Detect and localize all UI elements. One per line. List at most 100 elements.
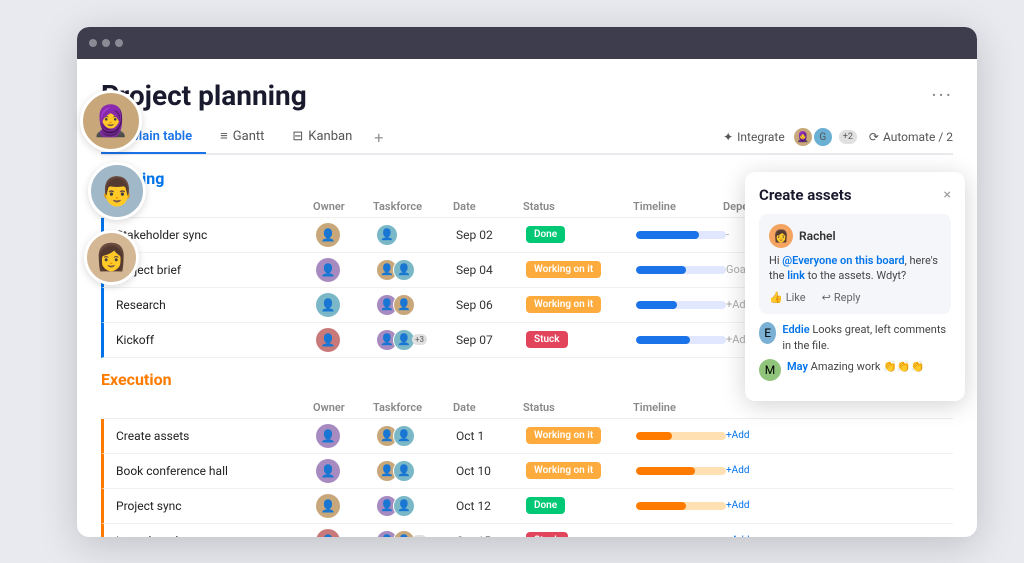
add-tab-button[interactable]: + bbox=[366, 122, 391, 153]
reply-label: Reply bbox=[834, 291, 861, 304]
dot-2 bbox=[102, 39, 110, 47]
reply-button[interactable]: ↩ Reply bbox=[822, 291, 861, 304]
avatar-2: 👨 bbox=[88, 162, 146, 220]
reply-text-eddie: Eddie Looks great, left comments in the … bbox=[782, 322, 951, 353]
timeline-fill bbox=[636, 301, 677, 309]
status-badge: Working on it bbox=[526, 296, 601, 313]
automate-icon: ⟳ bbox=[869, 130, 879, 144]
header-menu-button[interactable]: ··· bbox=[931, 83, 953, 107]
status-badge: Done bbox=[526, 497, 565, 514]
page-header: Project planning ··· bbox=[101, 79, 953, 112]
tab-kanban[interactable]: ⊟ Kanban bbox=[278, 123, 366, 154]
owner-avatar: 👤 bbox=[316, 494, 340, 518]
col-name bbox=[113, 401, 313, 414]
owner-cell: 👤 bbox=[316, 258, 376, 282]
dependent-cell: +Add bbox=[726, 500, 816, 511]
timeline-fill bbox=[636, 467, 695, 475]
taskforce-cell: 👤 👤 bbox=[376, 495, 456, 517]
dependent-cell: +Add bbox=[726, 430, 816, 441]
date-cell: Sep 04 bbox=[456, 263, 526, 277]
status-badge: Stuck bbox=[526, 331, 568, 348]
avatar-1: 🧕 bbox=[80, 90, 142, 152]
automate-button[interactable]: ⟳ Automate / 2 bbox=[869, 130, 953, 144]
mention-text: @Everyone on this board bbox=[782, 254, 904, 267]
taskforce-avatar: 👤 bbox=[393, 530, 415, 537]
like-button[interactable]: 👍 Like bbox=[769, 291, 806, 304]
status-cell: Stuck bbox=[526, 532, 636, 537]
table-row[interactable]: Create assets 👤 👤 👤 Oct 1 Working on it … bbox=[101, 419, 953, 454]
taskforce-avatar: 👤 bbox=[393, 259, 415, 281]
status-cell: Working on it bbox=[526, 296, 636, 313]
table-row[interactable]: Book conference hall 👤 👤 👤 Oct 10 Workin… bbox=[101, 454, 953, 489]
integrate-button[interactable]: ✦ Integrate bbox=[723, 130, 785, 144]
date-cell: Oct 1 bbox=[456, 429, 526, 443]
tab-kanban-label: Kanban bbox=[308, 129, 352, 144]
team-plus-badge: +2 bbox=[839, 130, 857, 144]
table-row[interactable]: Launch update 👤 👤 👤 +2 Oct 15 Stuck bbox=[101, 524, 953, 537]
timeline-cell bbox=[636, 231, 726, 239]
owner-avatar: 👤 bbox=[316, 328, 340, 352]
comment-avatar: 👩 bbox=[769, 224, 793, 248]
col-owner: Owner bbox=[313, 200, 373, 213]
taskforce-avatar: 👤 bbox=[393, 460, 415, 482]
taskforce-cell: 👤 bbox=[376, 224, 456, 246]
table-row[interactable]: Project sync 👤 👤 👤 Oct 12 Done +Add bbox=[101, 489, 953, 524]
date-cell: Sep 06 bbox=[456, 298, 526, 312]
status-cell: Done bbox=[526, 226, 636, 243]
taskforce-cell: 👤 👤 +3 bbox=[376, 329, 456, 351]
row-name: Project sync bbox=[116, 499, 316, 513]
row-name: Stakeholder sync bbox=[116, 228, 316, 242]
taskforce-cell: 👤 👤 bbox=[376, 425, 456, 447]
avatar-3: 👩 bbox=[84, 230, 139, 285]
dependent-cell: +Add bbox=[726, 535, 816, 537]
owner-cell: 👤 bbox=[316, 494, 376, 518]
reply-avatar-eddie: E bbox=[759, 322, 776, 344]
col-owner: Owner bbox=[313, 401, 373, 414]
comment-username: Rachel bbox=[799, 229, 836, 243]
date-cell: Sep 02 bbox=[456, 228, 526, 242]
owner-avatar: 👤 bbox=[316, 529, 340, 537]
owner-cell: 👤 bbox=[316, 424, 376, 448]
gantt-icon: ≡ bbox=[220, 128, 228, 144]
tab-gantt[interactable]: ≡ Gantt bbox=[206, 122, 278, 154]
title-bar bbox=[77, 27, 977, 59]
popup-header: Create assets × bbox=[759, 186, 951, 204]
tab-gantt-label: Gantt bbox=[233, 129, 265, 144]
taskforce-cell: 👤 👤 bbox=[376, 294, 456, 316]
reply-avatar-may: M bbox=[759, 359, 781, 381]
date-cell: Sep 07 bbox=[456, 333, 526, 347]
status-badge: Stuck bbox=[526, 532, 568, 537]
owner-cell: 👤 bbox=[316, 223, 376, 247]
reply-text-may: May Amazing work 👏👏👏 bbox=[787, 359, 924, 374]
close-popup-button[interactable]: × bbox=[944, 187, 951, 203]
status-badge: Done bbox=[526, 226, 565, 243]
comment-link[interactable]: link bbox=[787, 269, 805, 282]
timeline-fill bbox=[636, 502, 686, 510]
reply-username-eddie: Eddie bbox=[782, 323, 809, 336]
status-badge: Working on it bbox=[526, 261, 601, 278]
row-name: Research bbox=[116, 298, 316, 312]
col-taskforce: Taskforce bbox=[373, 401, 453, 414]
reply-block-eddie: E Eddie Looks great, left comments in th… bbox=[759, 322, 951, 353]
col-status: Status bbox=[523, 401, 633, 414]
like-label: Like bbox=[786, 291, 806, 304]
col-timeline: Timeline bbox=[633, 401, 723, 414]
status-cell: Done bbox=[526, 497, 636, 514]
window-controls bbox=[89, 39, 123, 47]
owner-cell: 👤 bbox=[316, 328, 376, 352]
timeline-fill bbox=[636, 432, 672, 440]
taskforce-avatar: 👤 bbox=[376, 224, 398, 246]
col-date: Date bbox=[453, 200, 523, 213]
status-cell: Stuck bbox=[526, 331, 636, 348]
timeline-fill bbox=[636, 231, 699, 239]
col-status: Status bbox=[523, 200, 633, 213]
status-cell: Working on it bbox=[526, 261, 636, 278]
col-dependent bbox=[723, 401, 813, 414]
taskforce-cell: 👤 👤 bbox=[376, 460, 456, 482]
extra-count-badge: +3 bbox=[412, 334, 427, 345]
timeline-cell bbox=[636, 467, 726, 475]
automate-label: Automate / 2 bbox=[883, 130, 953, 144]
kanban-icon: ⊟ bbox=[292, 129, 303, 144]
row-name: Project brief bbox=[116, 263, 316, 277]
col-date: Date bbox=[453, 401, 523, 414]
